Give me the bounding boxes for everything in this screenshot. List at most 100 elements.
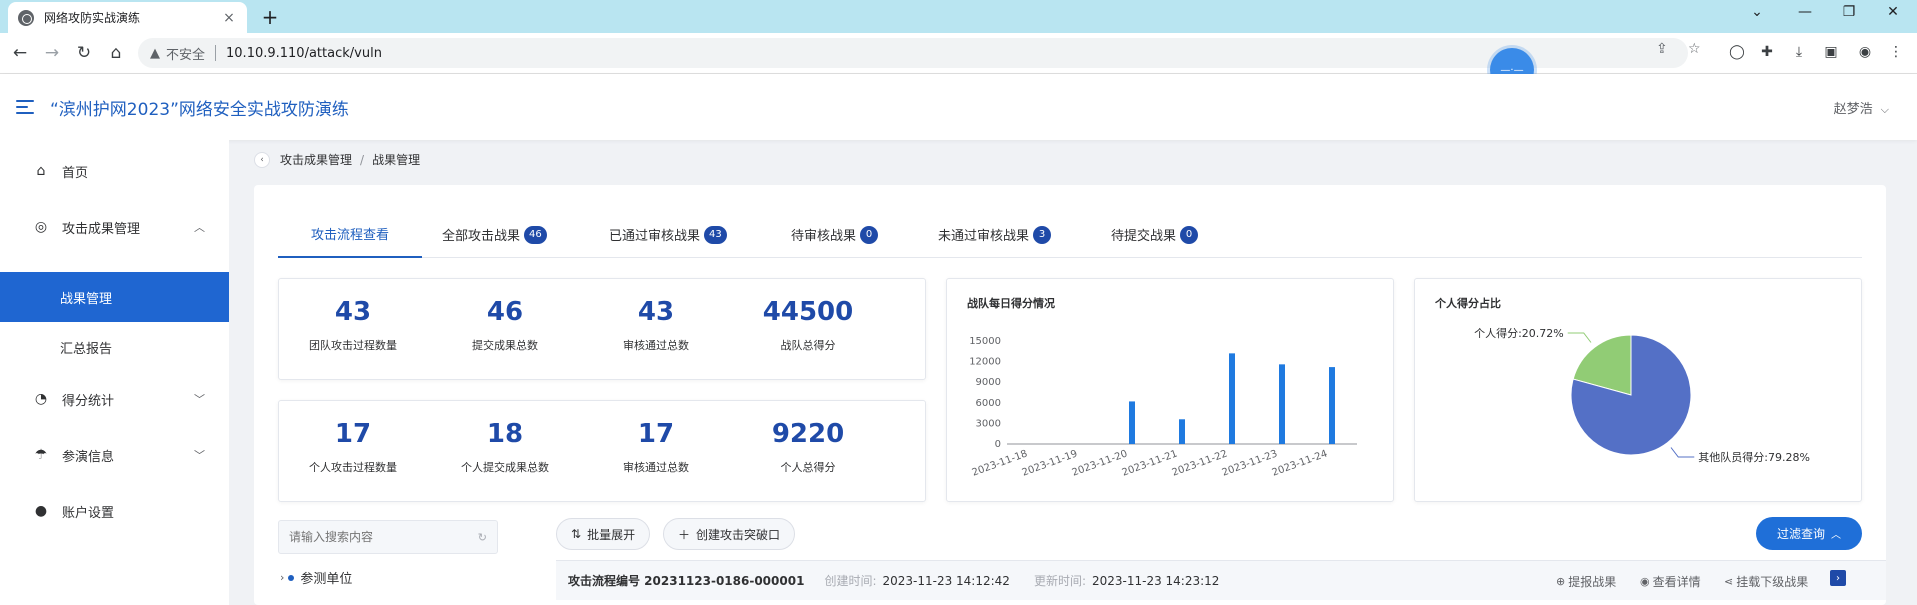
action-label: 查看详情 (1652, 575, 1701, 589)
minimize-icon[interactable]: — (1790, 4, 1820, 20)
url-text[interactable]: 10.10.9.110/attack/vuln (226, 46, 382, 61)
share-icon[interactable]: ⇪ (1656, 41, 1668, 57)
forward-icon[interactable]: → (42, 43, 62, 63)
reload-icon[interactable]: ↻ (74, 43, 94, 63)
y-tick-label: 12000 (969, 357, 1001, 368)
sidebar-item-label: 账户设置 (62, 505, 115, 521)
stat-value: 44500 (762, 297, 854, 327)
daily-score-chart-card: 战队每日得分情况 0 3000 6000 9000 12000 15000 2023-11-… (946, 278, 1394, 502)
browser-tabstrip: 网络攻防实战演练 × + ⌄ — ❐ ✕ (0, 0, 1917, 33)
tab-rejected-results[interactable]: 未通过审核战果 3 (938, 211, 1052, 258)
tab-attack-process[interactable]: 攻击流程查看 (278, 211, 422, 258)
umbrella-icon: ☂ (34, 447, 48, 463)
view-details-action[interactable]: ◉ 查看详情 (1640, 573, 1701, 590)
home-button-icon[interactable]: ⌂ (106, 43, 126, 63)
submit-result-action[interactable]: ⊕ 提报战果 (1556, 573, 1616, 590)
chevron-down-icon: ﹀ (194, 393, 205, 406)
extension-circle-icon[interactable]: ◯ (1727, 44, 1747, 60)
stat-label: 个人总得分 (780, 461, 836, 474)
new-tab-button[interactable]: + (258, 5, 282, 29)
sidebar-item-results-management[interactable]: 战果管理 (0, 272, 229, 322)
stat-personal-submitted: 18 个人提交成果总数 (440, 419, 570, 475)
created-time-label: 创建时间: (824, 574, 877, 588)
sidebar-item-participant-info[interactable]: ☂ 参演信息 ﹀ (0, 428, 229, 482)
expand-record-icon[interactable]: › (1830, 570, 1846, 586)
tab-pending-results[interactable]: 待审核战果 0 (791, 211, 879, 258)
bar[interactable] (1129, 401, 1135, 444)
y-tick-label: 9000 (976, 377, 1001, 388)
sidebar-item-summary-report[interactable]: 汇总报告 (0, 322, 229, 372)
tab-approved-results[interactable]: 已通过审核战果 43 (609, 211, 727, 258)
address-bar[interactable]: ▲ 不安全 10.10.9.110/attack/vuln (138, 38, 1688, 68)
stat-personal-approved: 17 审核通过总数 (591, 419, 721, 475)
tab-search-icon[interactable]: ⌄ (1742, 4, 1772, 20)
profile-avatar-icon[interactable]: ◉ (1855, 44, 1875, 60)
mount-subresult-action[interactable]: ⋖ 挂载下级战果 (1724, 573, 1808, 590)
sidebar-item-attack-results[interactable]: ◎ 攻击成果管理 ︿ (0, 200, 229, 254)
tab-unsubmitted-results[interactable]: 待提交战果 0 (1111, 211, 1199, 258)
kebab-menu-icon[interactable]: ⋮ (1886, 44, 1906, 60)
daily-score-bar-chart: 030006000900012000150002023-11-182023-11… (969, 336, 1357, 479)
target-icon: ◎ (34, 219, 48, 235)
attack-process-record: 攻击流程编号 20231123-0186-000001 创建时间: 2023-1… (556, 560, 1886, 600)
user-menu[interactable]: 赵梦浩 ⌵ (1834, 98, 1889, 117)
tab-label: 攻击流程查看 (310, 228, 389, 243)
download-icon[interactable]: ⤓ (1789, 44, 1809, 60)
filter-query-button[interactable]: 过滤查询 ︿ (1756, 517, 1862, 550)
button-label: 批量展开 (587, 527, 636, 542)
tree-node-participating-unit[interactable]: › 参测单位 (280, 568, 352, 587)
back-arrow-icon[interactable]: ‹ (254, 151, 270, 168)
caret-right-icon[interactable]: › (280, 571, 284, 584)
plus-icon: ＋ (678, 527, 691, 542)
stat-label: 个人提交成果总数 (461, 461, 549, 474)
stat-value: 17 (637, 419, 675, 449)
sidebar-item-score-stats[interactable]: ◔ 得分统计 ﹀ (0, 372, 229, 426)
breadcrumb-item[interactable]: 攻击成果管理 (280, 151, 352, 168)
bar[interactable] (1329, 367, 1335, 444)
close-window-icon[interactable]: ✕ (1878, 4, 1908, 20)
stat-team-total-score: 44500 战队总得分 (743, 297, 873, 353)
plus-circle-icon: ⊕ (1556, 575, 1566, 588)
restore-icon[interactable]: ❐ (1834, 4, 1864, 20)
sidebar-item-label: 首页 (62, 165, 89, 181)
search-box: ↻ (278, 520, 498, 554)
stat-value: 43 (334, 297, 372, 327)
browser-tab[interactable]: 网络攻防实战演练 × (8, 2, 247, 33)
count-badge: 3 (1033, 225, 1052, 244)
sidebar-item-label: 攻击成果管理 (62, 221, 141, 237)
sidebar-item-home[interactable]: ⌂ 首页 (0, 144, 229, 198)
create-breakthrough-button[interactable]: ＋ 创建攻击突破口 (663, 518, 796, 550)
pie-leader-line (1670, 447, 1695, 458)
bar[interactable] (1229, 353, 1235, 444)
app-header: “滨州护网2023”网络安全实战攻防演练 赵梦浩 ⌵ (0, 74, 1917, 140)
bookmark-star-icon[interactable]: ☆ (1688, 41, 1701, 57)
expand-icon: ⇅ (571, 527, 582, 541)
refresh-icon[interactable]: ↻ (478, 531, 487, 544)
puzzle-icon[interactable]: ✚ (1757, 44, 1777, 60)
sidebar-item-account-settings[interactable]: ● 账户设置 (0, 484, 229, 538)
divider (215, 45, 217, 61)
close-tab-icon[interactable]: × (221, 10, 237, 26)
stat-value: 43 (637, 297, 675, 327)
tab-label: 未通过审核战果 (938, 229, 1030, 244)
tab-all-results[interactable]: 全部攻击战果 46 (442, 211, 547, 258)
sidepanel-icon[interactable]: ▣ (1821, 44, 1841, 60)
sidebar: ⌂ 首页 ◎ 攻击成果管理 ︿ 战果管理 汇总报告 ◔ 得分统计 ﹀ ☂ 参演信… (0, 140, 229, 605)
search-input[interactable] (289, 530, 478, 544)
stat-personal-total-score: 9220 个人总得分 (743, 419, 873, 475)
x-tick-label: 2023-11-18 (971, 448, 1029, 478)
chevron-down-icon: ⌵ (1880, 103, 1889, 116)
app-title: “滨州护网2023”网络安全实战攻防演练 (50, 99, 349, 120)
menu-toggle-icon[interactable] (16, 100, 34, 114)
back-icon[interactable]: ← (10, 43, 30, 63)
stat-team-process-count: 43 团队攻击过程数量 (288, 297, 418, 353)
expand-all-button[interactable]: ⇅ 批量展开 (556, 518, 651, 550)
bar[interactable] (1279, 364, 1285, 444)
bar[interactable] (1179, 419, 1185, 444)
stat-label: 审核通过总数 (623, 339, 689, 352)
count-badge: 43 (704, 225, 727, 244)
x-tick-label: 2023-11-20 (1071, 448, 1129, 478)
stat-value: 46 (486, 297, 524, 327)
sidebar-item-label: 参演信息 (62, 449, 115, 465)
x-tick-label: 2023-11-23 (1221, 448, 1279, 478)
